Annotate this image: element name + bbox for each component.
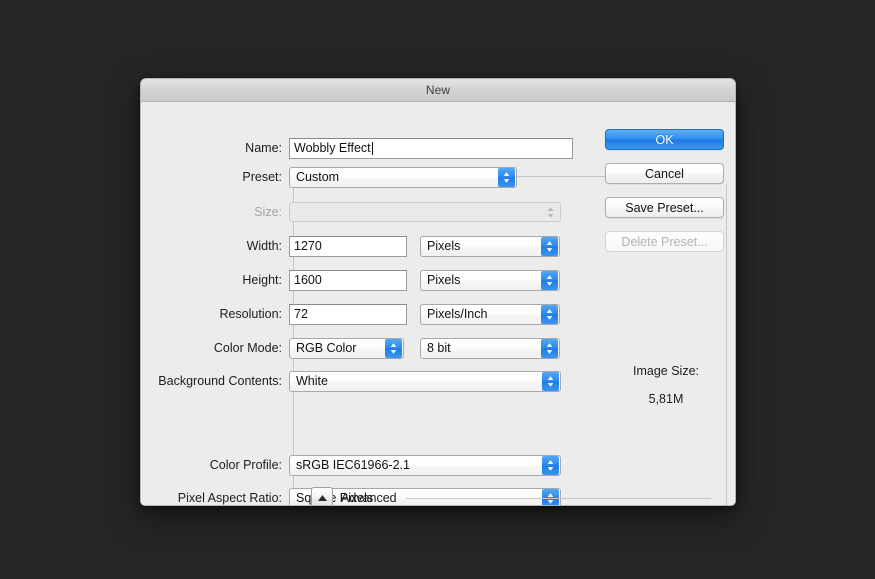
advanced-label: Advanced xyxy=(341,491,397,505)
size-select xyxy=(289,202,561,222)
advanced-divider xyxy=(405,497,711,499)
chevron-updown-icon[interactable] xyxy=(542,455,559,475)
row-width: Width: 1270 Pixels xyxy=(141,235,560,257)
resolution-label: Resolution: xyxy=(219,307,282,321)
color-mode-label: Color Mode: xyxy=(213,341,282,355)
resolution-unit-select[interactable]: Pixels/Inch xyxy=(420,303,560,325)
width-input[interactable]: 1270 xyxy=(289,235,407,257)
color-mode-value: RGB Color xyxy=(296,341,357,355)
row-color-mode: Color Mode: RGB Color 8 bit xyxy=(141,337,560,359)
resolution-unit-value: Pixels/Inch xyxy=(427,307,488,321)
resolution-input-value: 72 xyxy=(294,307,308,321)
width-unit-value: Pixels xyxy=(427,239,461,253)
color-profile-label: Color Profile: xyxy=(209,458,282,472)
chevron-updown-icon[interactable] xyxy=(541,270,558,290)
dialog-button-column: OK Cancel Save Preset... Delete Preset..… xyxy=(605,129,727,265)
chevron-updown-icon[interactable] xyxy=(385,338,402,358)
resolution-input[interactable]: 72 xyxy=(289,303,407,325)
preset-label: Preset: xyxy=(242,170,282,184)
width-input-value: 1270 xyxy=(294,239,322,253)
preset-select[interactable]: Custom xyxy=(289,166,517,188)
name-input-value: Wobbly Effect xyxy=(294,141,371,155)
background-contents-label: Background Contents: xyxy=(158,374,282,388)
color-mode-select[interactable]: RGB Color xyxy=(289,337,404,359)
save-preset-button[interactable]: Save Preset... xyxy=(605,197,724,218)
height-input[interactable]: 1600 xyxy=(289,269,407,291)
form-column: Name: Wobbly Effect Preset: Custom Size:… xyxy=(141,102,593,505)
dialog-title: New xyxy=(425,83,451,97)
size-label: Size: xyxy=(254,205,282,219)
text-caret xyxy=(371,141,373,155)
height-unit-select[interactable]: Pixels xyxy=(420,269,560,291)
row-preset: Preset: Custom xyxy=(141,166,517,188)
delete-preset-button: Delete Preset... xyxy=(605,231,724,252)
chevron-updown-icon[interactable] xyxy=(541,236,558,256)
chevron-updown-icon[interactable] xyxy=(541,304,558,324)
new-document-dialog: New Name: Wobbly Effect Preset: Custom S… xyxy=(140,78,736,506)
color-profile-select[interactable]: sRGB IEC61966-2.1 xyxy=(289,454,561,476)
background-contents-value: White xyxy=(296,374,328,388)
image-size-readout: Image Size: 5,81M xyxy=(605,364,727,406)
image-size-value: 5,81M xyxy=(648,392,684,406)
dialog-body: Name: Wobbly Effect Preset: Custom Size:… xyxy=(141,102,735,505)
name-label: Name: xyxy=(245,141,282,155)
cancel-button[interactable]: Cancel xyxy=(605,163,724,184)
width-unit-select[interactable]: Pixels xyxy=(420,235,560,257)
row-background-contents: Background Contents: White xyxy=(141,370,561,392)
row-name: Name: Wobbly Effect xyxy=(141,137,573,159)
chevron-updown-icon[interactable] xyxy=(542,371,559,391)
chevron-updown-icon[interactable] xyxy=(498,167,515,187)
row-height: Height: 1600 Pixels xyxy=(141,269,560,291)
disclosure-triangle-up-icon[interactable] xyxy=(311,487,333,505)
row-resolution: Resolution: 72 Pixels/Inch xyxy=(141,303,560,325)
name-input[interactable]: Wobbly Effect xyxy=(289,137,573,159)
color-depth-value: 8 bit xyxy=(427,341,451,355)
color-depth-select[interactable]: 8 bit xyxy=(420,337,560,359)
advanced-section-header: Advanced xyxy=(311,487,711,505)
row-size: Size: xyxy=(141,201,561,223)
pixel-aspect-ratio-label: Pixel Aspect Ratio: xyxy=(177,491,282,505)
row-color-profile: Color Profile: sRGB IEC61966-2.1 xyxy=(141,454,561,476)
chevron-updown-icon[interactable] xyxy=(541,338,558,358)
height-label: Height: xyxy=(242,273,282,287)
background-contents-select[interactable]: White xyxy=(289,370,561,392)
preset-select-value: Custom xyxy=(296,170,340,184)
height-input-value: 1600 xyxy=(294,273,322,287)
ok-button[interactable]: OK xyxy=(605,129,724,150)
chevron-updown-icon-disabled xyxy=(542,203,559,222)
height-unit-value: Pixels xyxy=(427,273,461,287)
width-label: Width: xyxy=(246,239,282,253)
color-profile-value: sRGB IEC61966-2.1 xyxy=(296,458,410,472)
image-size-label: Image Size: xyxy=(632,364,699,378)
dialog-titlebar: New xyxy=(141,79,735,102)
